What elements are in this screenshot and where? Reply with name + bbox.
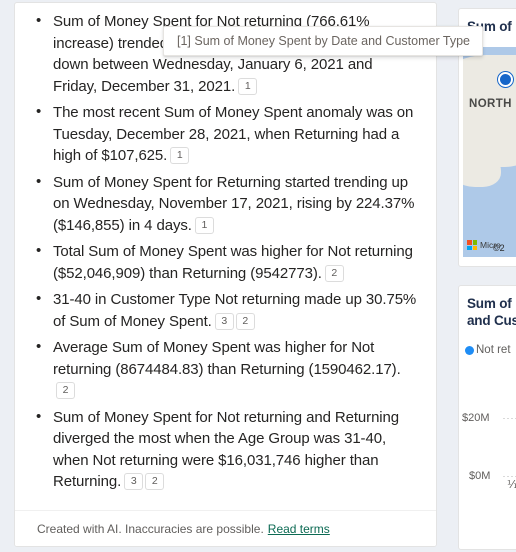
insight-text: Sum of Money Spent for Not returning and…	[53, 408, 400, 491]
chart-gridline	[503, 418, 516, 419]
bar-chart-visual-card[interactable]: Sum of and Cus Not ret $20M $0M ⅒	[458, 285, 516, 550]
legend-label: Not ret	[476, 344, 511, 356]
y-axis-tick-label: $20M	[462, 412, 490, 424]
chart-legend[interactable]: Not ret	[465, 344, 511, 356]
list-item[interactable]: 31-40 in Customer Type Not returning mad…	[36, 288, 420, 332]
insight-text: The most recent Sum of Money Spent anoma…	[53, 104, 414, 164]
insights-panel: Sum of Money Spent for Not returning (76…	[14, 2, 437, 547]
bar-visual-title-line2: and Cus	[467, 313, 516, 328]
citation-chip[interactable]: 1	[170, 147, 190, 164]
legend-swatch-icon	[465, 345, 474, 355]
citation-chip[interactable]: 3	[214, 312, 234, 330]
list-item[interactable]: The most recent Sum of Money Spent anoma…	[36, 101, 420, 167]
insight-text: Average Sum of Money Spent was higher fo…	[53, 339, 401, 378]
insight-text: 31-40 in Customer Type Not returning mad…	[53, 291, 417, 330]
map-canvas[interactable]: NORTH Micro ©2	[463, 47, 516, 257]
citation-chip[interactable]: 2	[56, 382, 75, 399]
insight-text: Sum of Money Spent for Returning started…	[53, 173, 415, 234]
bar-visual-title-line1: Sum of	[467, 296, 512, 311]
insight-text: Total Sum of Money Spent was higher for …	[53, 243, 413, 282]
y-axis-tick-label: $0M	[469, 470, 491, 482]
citation-chip[interactable]: 1	[194, 216, 214, 234]
citation-chip[interactable]: 2	[235, 312, 255, 330]
chart-gridline	[503, 476, 516, 477]
citation-chip[interactable]: 3	[124, 473, 144, 490]
report-visuals-column: Sum of M NORTH Micro ©2 Sum of and Cus N…	[458, 2, 516, 550]
microsoft-logo-icon	[467, 240, 477, 250]
map-region-label: NORTH	[469, 98, 512, 110]
visual-reference-tooltip: [1] Sum of Money Spent by Date and Custo…	[163, 26, 483, 56]
tooltip-label: [1] Sum of Money Spent by Date and Custo…	[177, 34, 470, 48]
insights-footer: Created with AI. Inaccuracies are possib…	[15, 510, 436, 546]
citation-chip[interactable]: 2	[324, 264, 344, 282]
list-item[interactable]: Sum of Money Spent for Returning started…	[36, 171, 420, 237]
map-copyright-text: ©2	[493, 243, 505, 253]
ai-disclaimer-text: Created with AI. Inaccuracies are possib…	[37, 521, 264, 536]
list-item[interactable]: Sum of Money Spent for Not returning and…	[36, 406, 420, 493]
insights-scroll-region[interactable]: Sum of Money Spent for Not returning (76…	[15, 3, 436, 510]
insight-bullet-list: Sum of Money Spent for Not returning (76…	[15, 10, 436, 493]
map-location-marker-icon[interactable]	[498, 72, 513, 87]
read-terms-link[interactable]: Read terms	[268, 522, 330, 536]
citation-chip[interactable]: 1	[238, 77, 258, 95]
list-item[interactable]: Total Sum of Money Spent was higher for …	[36, 240, 420, 284]
citation-chip[interactable]: 2	[145, 473, 165, 490]
x-axis-label-partial: ⅒	[507, 478, 516, 492]
list-item[interactable]: Average Sum of Money Spent was higher fo…	[36, 336, 420, 402]
